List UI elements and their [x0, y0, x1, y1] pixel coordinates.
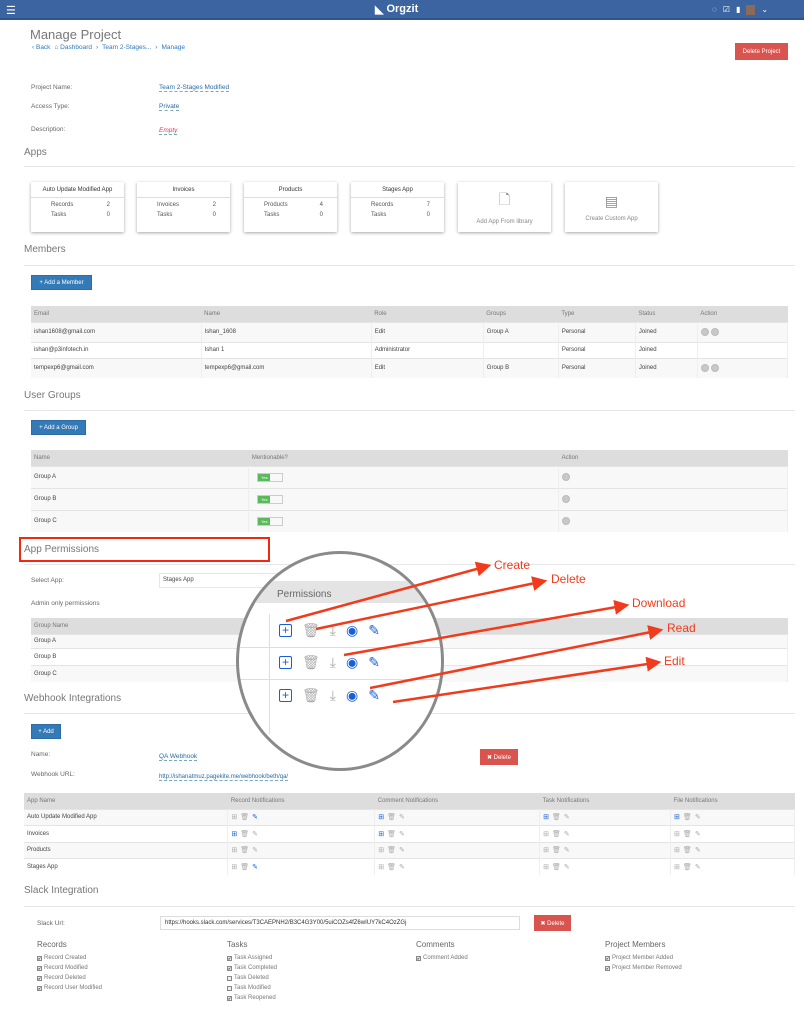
arrow-edit: [392, 656, 662, 704]
annotation-create: Create: [494, 558, 531, 572]
annotation-read: Read: [667, 621, 696, 635]
arrow-create: [285, 561, 492, 623]
arrow-read: [369, 625, 664, 690]
annotation-arrows: [285, 561, 664, 704]
annotation-edit: Edit: [664, 654, 685, 668]
arrow-delete: [315, 576, 548, 631]
annotation-download: Download: [632, 596, 686, 610]
annotation-delete: Delete: [551, 572, 586, 586]
